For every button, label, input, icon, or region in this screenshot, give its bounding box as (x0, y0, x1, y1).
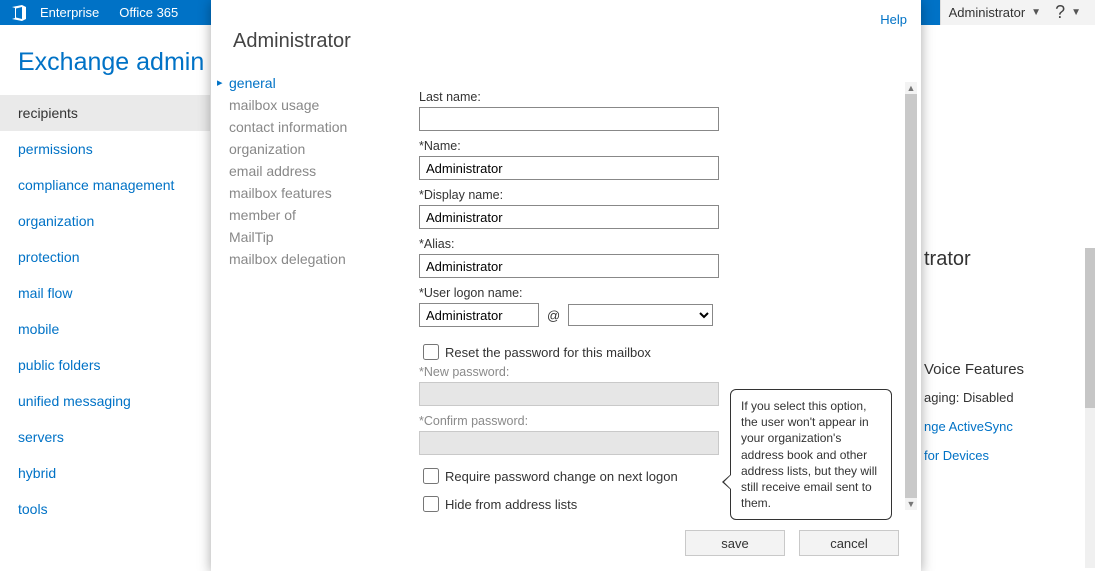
input-lastname[interactable] (419, 107, 719, 131)
ribbon-help-icon[interactable]: ? (1055, 2, 1065, 23)
nav-tools[interactable]: tools (0, 491, 210, 527)
label-displayname: *Display name: (419, 188, 899, 202)
details-title: trator (924, 248, 1091, 271)
dialog-nav-organization[interactable]: organization (229, 138, 399, 160)
details-pane: trator Voice Features aging: Disabled ng… (913, 248, 1091, 568)
input-displayname[interactable] (419, 205, 719, 229)
ribbon-user-label[interactable]: Administrator (949, 5, 1026, 20)
details-feature-line: aging: Disabled (924, 390, 1091, 405)
dialog-title: Administrator (233, 30, 351, 53)
ribbon-user-area: Administrator ▼ ? ▼ (940, 0, 1095, 25)
checkbox-resetpassword[interactable] (423, 344, 439, 360)
dialog-scrollbar[interactable]: ▲ ▼ (905, 82, 917, 510)
dialog-nav-emailaddress[interactable]: email address (229, 160, 399, 182)
checkbox-hideaddress[interactable] (423, 496, 439, 512)
dialog-nav-general[interactable]: general (229, 72, 399, 94)
select-domain[interactable] (568, 304, 713, 326)
input-name[interactable] (419, 156, 719, 180)
dialog-nav-mailtip[interactable]: MailTip (229, 226, 399, 248)
nav-unifiedmessaging[interactable]: unified messaging (0, 383, 210, 419)
details-subtitle: Voice Features (924, 361, 1091, 378)
label-logonname: *User logon name: (419, 286, 899, 300)
ribbon-tab-office365[interactable]: Office 365 (109, 0, 188, 25)
dialog-help-link[interactable]: Help (880, 12, 907, 27)
dialog-nav-delegation[interactable]: mailbox delegation (229, 248, 399, 270)
user-caret-icon[interactable]: ▼ (1031, 7, 1041, 18)
dialog-nav: general mailbox usage contact informatio… (229, 72, 399, 270)
details-scrollbar[interactable] (1085, 248, 1095, 568)
label-newpassword: *New password: (419, 365, 899, 379)
scroll-up-icon[interactable]: ▲ (905, 82, 917, 94)
cancel-button[interactable]: cancel (799, 530, 899, 556)
input-alias[interactable] (419, 254, 719, 278)
office-logo-icon (8, 2, 30, 24)
details-scroll-thumb[interactable] (1085, 248, 1095, 408)
dialog-footer: save cancel (685, 530, 899, 556)
input-newpassword (419, 382, 719, 406)
dialog-nav-memberof[interactable]: member of (229, 204, 399, 226)
label-name: *Name: (419, 139, 899, 153)
input-logonname[interactable] (419, 303, 539, 327)
details-link-owa-devices[interactable]: for Devices (924, 448, 1091, 463)
label-alias: *Alias: (419, 237, 899, 251)
tooltip-hideaddress: If you select this option, the user won'… (730, 389, 892, 520)
save-button[interactable]: save (685, 530, 785, 556)
nav-permissions[interactable]: permissions (0, 131, 210, 167)
nav-organization[interactable]: organization (0, 203, 210, 239)
nav-mailflow[interactable]: mail flow (0, 275, 210, 311)
ribbon-tab-enterprise[interactable]: Enterprise (30, 0, 109, 25)
label-hideaddress: Hide from address lists (445, 497, 577, 512)
dialog-nav-mailboxusage[interactable]: mailbox usage (229, 94, 399, 116)
nav-hybrid[interactable]: hybrid (0, 455, 210, 491)
dialog-scroll-thumb[interactable] (905, 94, 917, 498)
nav-servers[interactable]: servers (0, 419, 210, 455)
label-lastname: Last name: (419, 90, 899, 104)
details-link-activesync[interactable]: nge ActiveSync (924, 419, 1091, 434)
checkbox-requirechange[interactable] (423, 468, 439, 484)
dialog-nav-contactinfo[interactable]: contact information (229, 116, 399, 138)
scroll-down-icon[interactable]: ▼ (905, 498, 917, 510)
nav-compliance[interactable]: compliance management (0, 167, 210, 203)
label-requirechange: Require password change on next logon (445, 469, 678, 484)
help-caret-icon[interactable]: ▼ (1071, 7, 1081, 18)
label-resetpassword: Reset the password for this mailbox (445, 345, 651, 360)
nav-protection[interactable]: protection (0, 239, 210, 275)
nav-recipients[interactable]: recipients (0, 95, 210, 131)
left-nav: recipients permissions compliance manage… (0, 95, 210, 527)
nav-mobile[interactable]: mobile (0, 311, 210, 347)
nav-publicfolders[interactable]: public folders (0, 347, 210, 383)
input-confirmpassword (419, 431, 719, 455)
at-symbol: @ (547, 308, 560, 323)
dialog-nav-mailboxfeatures[interactable]: mailbox features (229, 182, 399, 204)
